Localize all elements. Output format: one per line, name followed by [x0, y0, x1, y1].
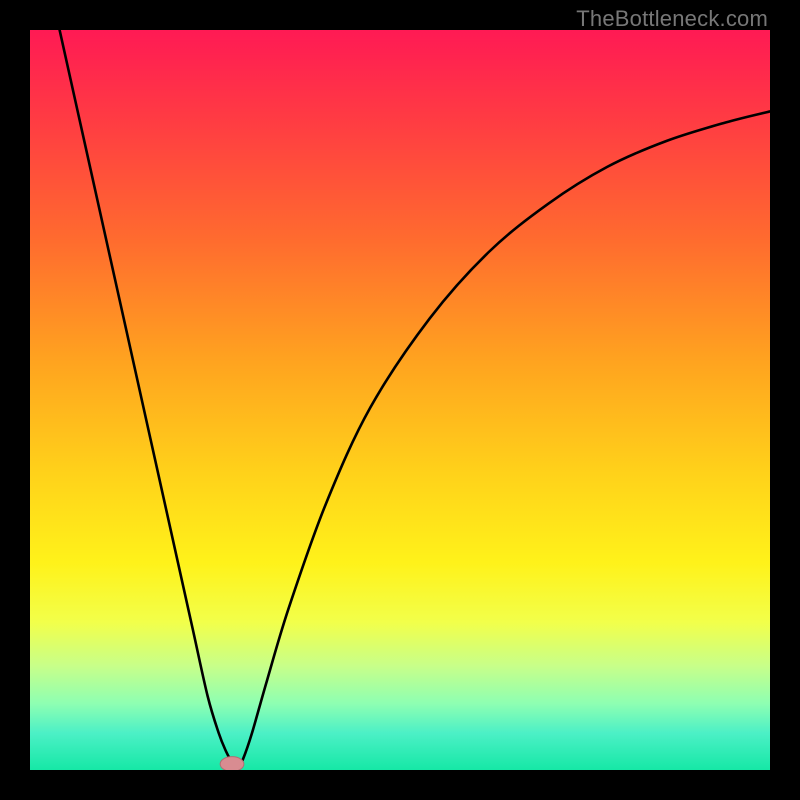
- curve-left-branch: [60, 30, 238, 770]
- chart-frame: TheBottleneck.com: [0, 0, 800, 800]
- chart-svg: [30, 30, 770, 770]
- plot-area: [30, 30, 770, 770]
- curve-right-branch: [237, 111, 770, 770]
- watermark-text: TheBottleneck.com: [576, 6, 768, 32]
- minimum-marker: [220, 757, 244, 770]
